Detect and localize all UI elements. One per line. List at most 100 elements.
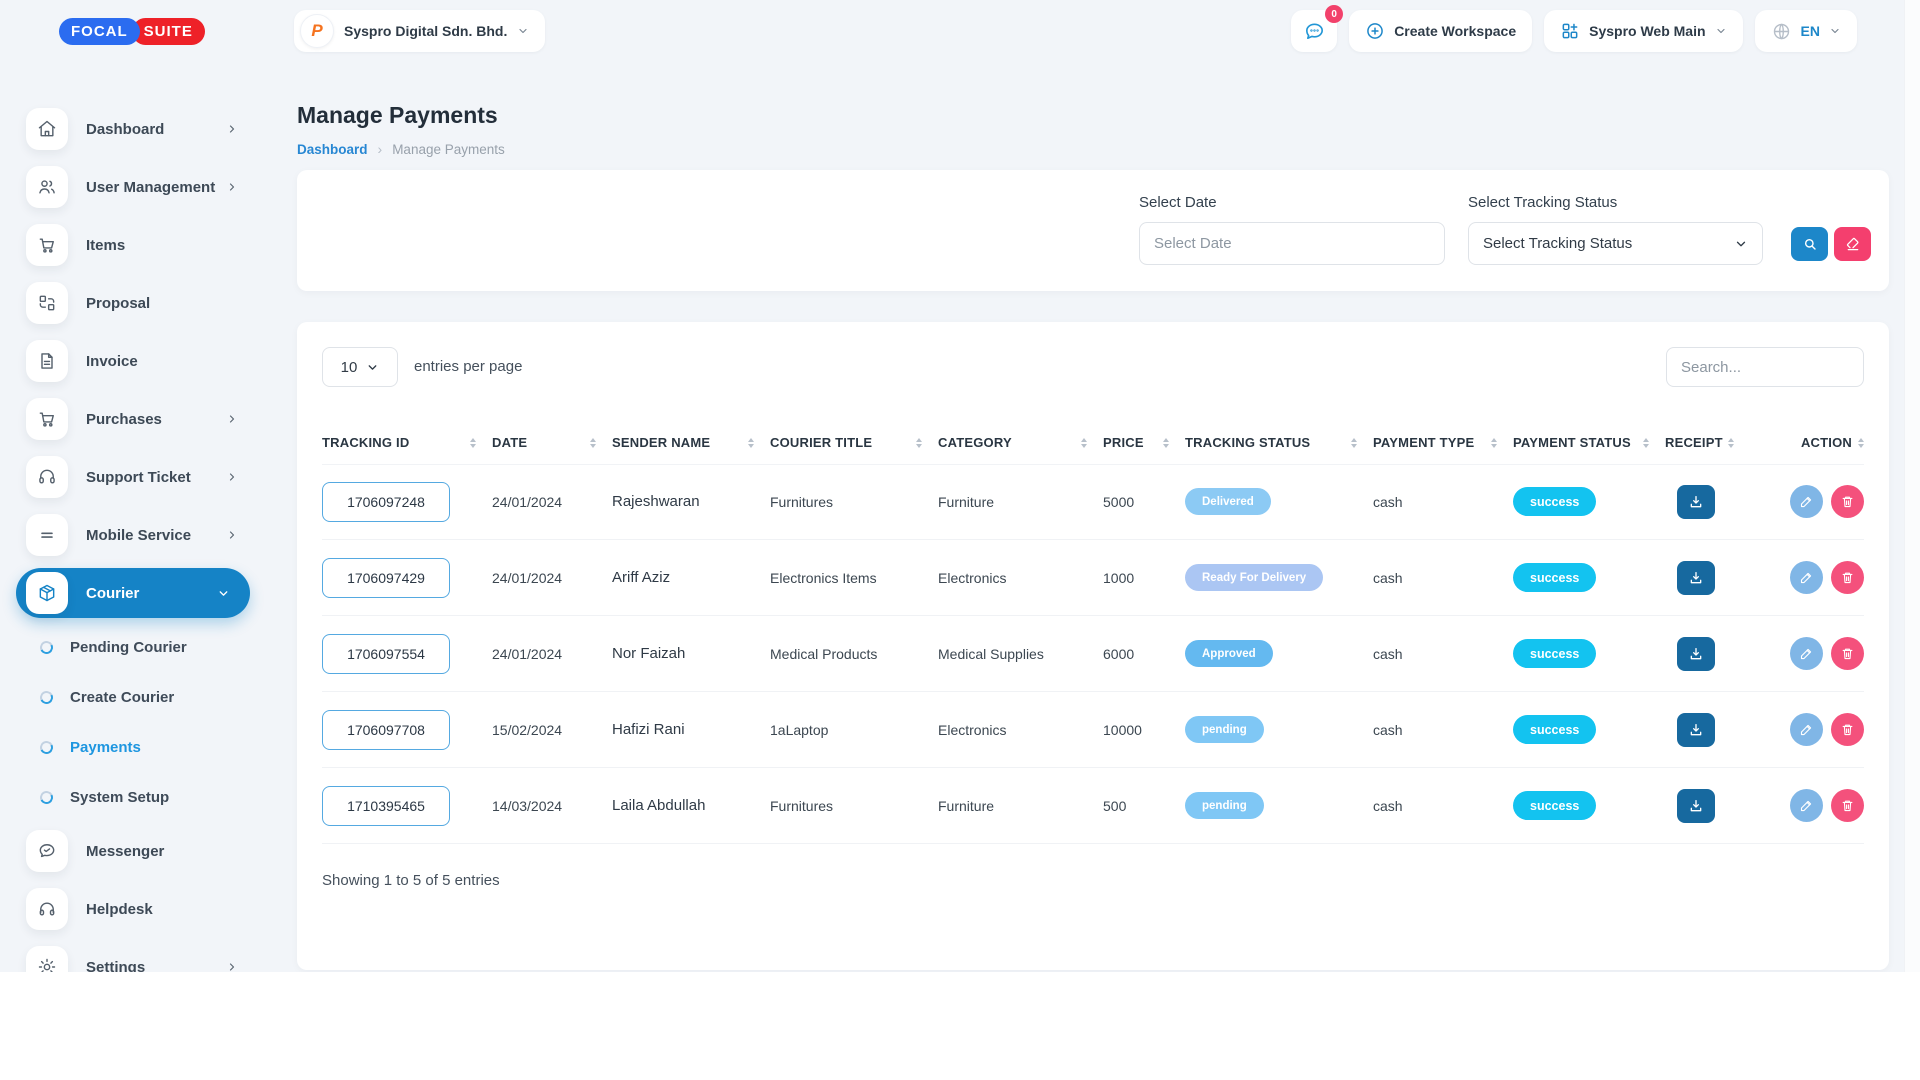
- receipt-download-button[interactable]: [1677, 789, 1715, 823]
- edit-button[interactable]: [1790, 561, 1823, 594]
- tracking-id-chip[interactable]: 1706097708: [322, 710, 450, 750]
- table-row: 1706097248 24/01/2024 Rajeshwaran Furnit…: [322, 464, 1864, 540]
- table-search-input[interactable]: [1666, 347, 1864, 387]
- payment-status-badge: success: [1513, 563, 1596, 592]
- table-row: 1706097429 24/01/2024 Ariff Aziz Electro…: [322, 540, 1864, 616]
- sort-icon[interactable]: [748, 438, 754, 448]
- sidebar-subitem-system-setup[interactable]: System Setup: [0, 772, 270, 822]
- column-header-receipt[interactable]: RECEIPT: [1665, 435, 1785, 450]
- column-header-payment-type[interactable]: PAYMENT TYPE: [1373, 435, 1513, 450]
- tracking-id-chip[interactable]: 1706097554: [322, 634, 450, 674]
- sort-icon[interactable]: [1351, 438, 1357, 448]
- edit-button[interactable]: [1790, 485, 1823, 518]
- sidebar-item-user-management[interactable]: User Management: [0, 158, 270, 216]
- sidebar-item-label: Items: [86, 237, 125, 254]
- chevron-down-icon: [217, 587, 230, 600]
- workspace-switcher[interactable]: Syspro Web Main: [1544, 10, 1742, 52]
- sidebar-subitem-label: Pending Courier: [70, 639, 187, 656]
- delete-button[interactable]: [1831, 789, 1864, 822]
- sidebar-item-messenger[interactable]: Messenger: [0, 822, 270, 880]
- select-date-input[interactable]: [1139, 222, 1445, 265]
- messages-count-badge: 0: [1325, 5, 1343, 23]
- delete-button[interactable]: [1831, 561, 1864, 594]
- column-header-price[interactable]: PRICE: [1103, 435, 1185, 450]
- delete-button[interactable]: [1831, 485, 1864, 518]
- workspace-selector[interactable]: P Syspro Digital Sdn. Bhd.: [294, 10, 545, 52]
- sort-icon[interactable]: [1163, 438, 1169, 448]
- sidebar-subitem-create-courier[interactable]: Create Courier: [0, 672, 270, 722]
- clear-eraser-icon: [1845, 236, 1861, 252]
- chat-bubble-icon: [1303, 20, 1326, 43]
- tracking-id-chip[interactable]: 1710395465: [322, 786, 450, 826]
- receipt-download-button[interactable]: [1677, 713, 1715, 747]
- language-selector[interactable]: EN: [1755, 10, 1857, 52]
- sidebar-item-items[interactable]: Items: [0, 216, 270, 274]
- sidebar-item-settings[interactable]: Settings: [0, 938, 270, 972]
- sidebar-item-helpdesk[interactable]: Helpdesk: [0, 880, 270, 938]
- chevron-down-icon: [517, 25, 529, 37]
- cart-icon: [26, 398, 68, 440]
- receipt-download-button[interactable]: [1677, 485, 1715, 519]
- create-workspace-button[interactable]: Create Workspace: [1349, 10, 1532, 52]
- sidebar-item-label: Messenger: [86, 843, 164, 860]
- sidebar-subitem-pending-courier[interactable]: Pending Courier: [0, 622, 270, 672]
- sort-icon[interactable]: [590, 438, 596, 448]
- entries-per-page-select[interactable]: 10: [322, 347, 398, 387]
- sort-icon[interactable]: [916, 438, 922, 448]
- edit-button[interactable]: [1790, 713, 1823, 746]
- sidebar-item-proposal[interactable]: Proposal: [0, 274, 270, 332]
- filter-clear-button[interactable]: [1834, 227, 1871, 261]
- column-header-action[interactable]: ACTION: [1785, 435, 1864, 450]
- sidebar-item-invoice[interactable]: Invoice: [0, 332, 270, 390]
- column-header-tracking-id[interactable]: TRACKING ID: [322, 435, 492, 450]
- column-header-sender-name[interactable]: SENDER NAME: [612, 435, 770, 450]
- sidebar-item-label: Helpdesk: [86, 901, 153, 918]
- download-icon: [1688, 798, 1704, 814]
- receipt-download-button[interactable]: [1677, 637, 1715, 671]
- date-cell: 24/01/2024: [492, 494, 612, 510]
- sidebar-item-courier[interactable]: Courier: [16, 568, 250, 618]
- bullet-icon: [38, 689, 55, 706]
- bullet-icon: [38, 739, 55, 756]
- sidebar-subitem-label: System Setup: [70, 789, 169, 806]
- sort-icon[interactable]: [1081, 438, 1087, 448]
- page-scrollbar[interactable]: [1904, 0, 1920, 972]
- tracking-status-badge: Approved: [1185, 640, 1273, 667]
- column-header-payment-status[interactable]: PAYMENT STATUS: [1513, 435, 1665, 450]
- messages-button[interactable]: 0: [1291, 10, 1337, 52]
- column-header-category[interactable]: CATEGORY: [938, 435, 1103, 450]
- sidebar-item-mobile-service[interactable]: Mobile Service: [0, 506, 270, 564]
- sort-icon[interactable]: [1643, 438, 1649, 448]
- table-row: 1706097708 15/02/2024 Hafizi Rani 1aLapt…: [322, 692, 1864, 768]
- column-header-date[interactable]: DATE: [492, 435, 612, 450]
- sort-icon[interactable]: [1491, 438, 1497, 448]
- sort-icon[interactable]: [1858, 438, 1864, 448]
- sidebar-item-purchases[interactable]: Purchases: [0, 390, 270, 448]
- sort-icon[interactable]: [1728, 438, 1734, 448]
- sort-icon[interactable]: [470, 438, 476, 448]
- edit-button[interactable]: [1790, 789, 1823, 822]
- sidebar-item-dashboard[interactable]: Dashboard: [0, 100, 270, 158]
- apps-grid-icon: [1560, 21, 1580, 41]
- breadcrumb-current: Manage Payments: [392, 142, 505, 157]
- sidebar-subitem-payments[interactable]: Payments: [0, 722, 270, 772]
- tracking-id-chip[interactable]: 1706097248: [322, 482, 450, 522]
- tracking-status-select[interactable]: Select Tracking Status: [1468, 222, 1763, 265]
- sidebar-item-support-ticket[interactable]: Support Ticket: [0, 448, 270, 506]
- chevron-right-icon: [226, 181, 238, 193]
- delete-button[interactable]: [1831, 713, 1864, 746]
- tracking-id-chip[interactable]: 1706097429: [322, 558, 450, 598]
- sidebar-item-label: User Management: [86, 179, 215, 196]
- tracking-status-badge: Ready For Delivery: [1185, 564, 1323, 591]
- edit-button[interactable]: [1790, 637, 1823, 670]
- sidebar-item-label: Mobile Service: [86, 527, 191, 544]
- sidebar-item-label: Courier: [86, 585, 139, 602]
- chevron-right-icon: [226, 529, 238, 541]
- receipt-download-button[interactable]: [1677, 561, 1715, 595]
- column-header-courier-title[interactable]: COURIER TITLE: [770, 435, 938, 450]
- filter-search-button[interactable]: [1791, 227, 1828, 261]
- delete-button[interactable]: [1831, 637, 1864, 670]
- tracking-status-badge: Delivered: [1185, 488, 1271, 515]
- breadcrumb-dashboard-link[interactable]: Dashboard: [297, 142, 368, 157]
- column-header-tracking-status[interactable]: TRACKING STATUS: [1185, 435, 1373, 450]
